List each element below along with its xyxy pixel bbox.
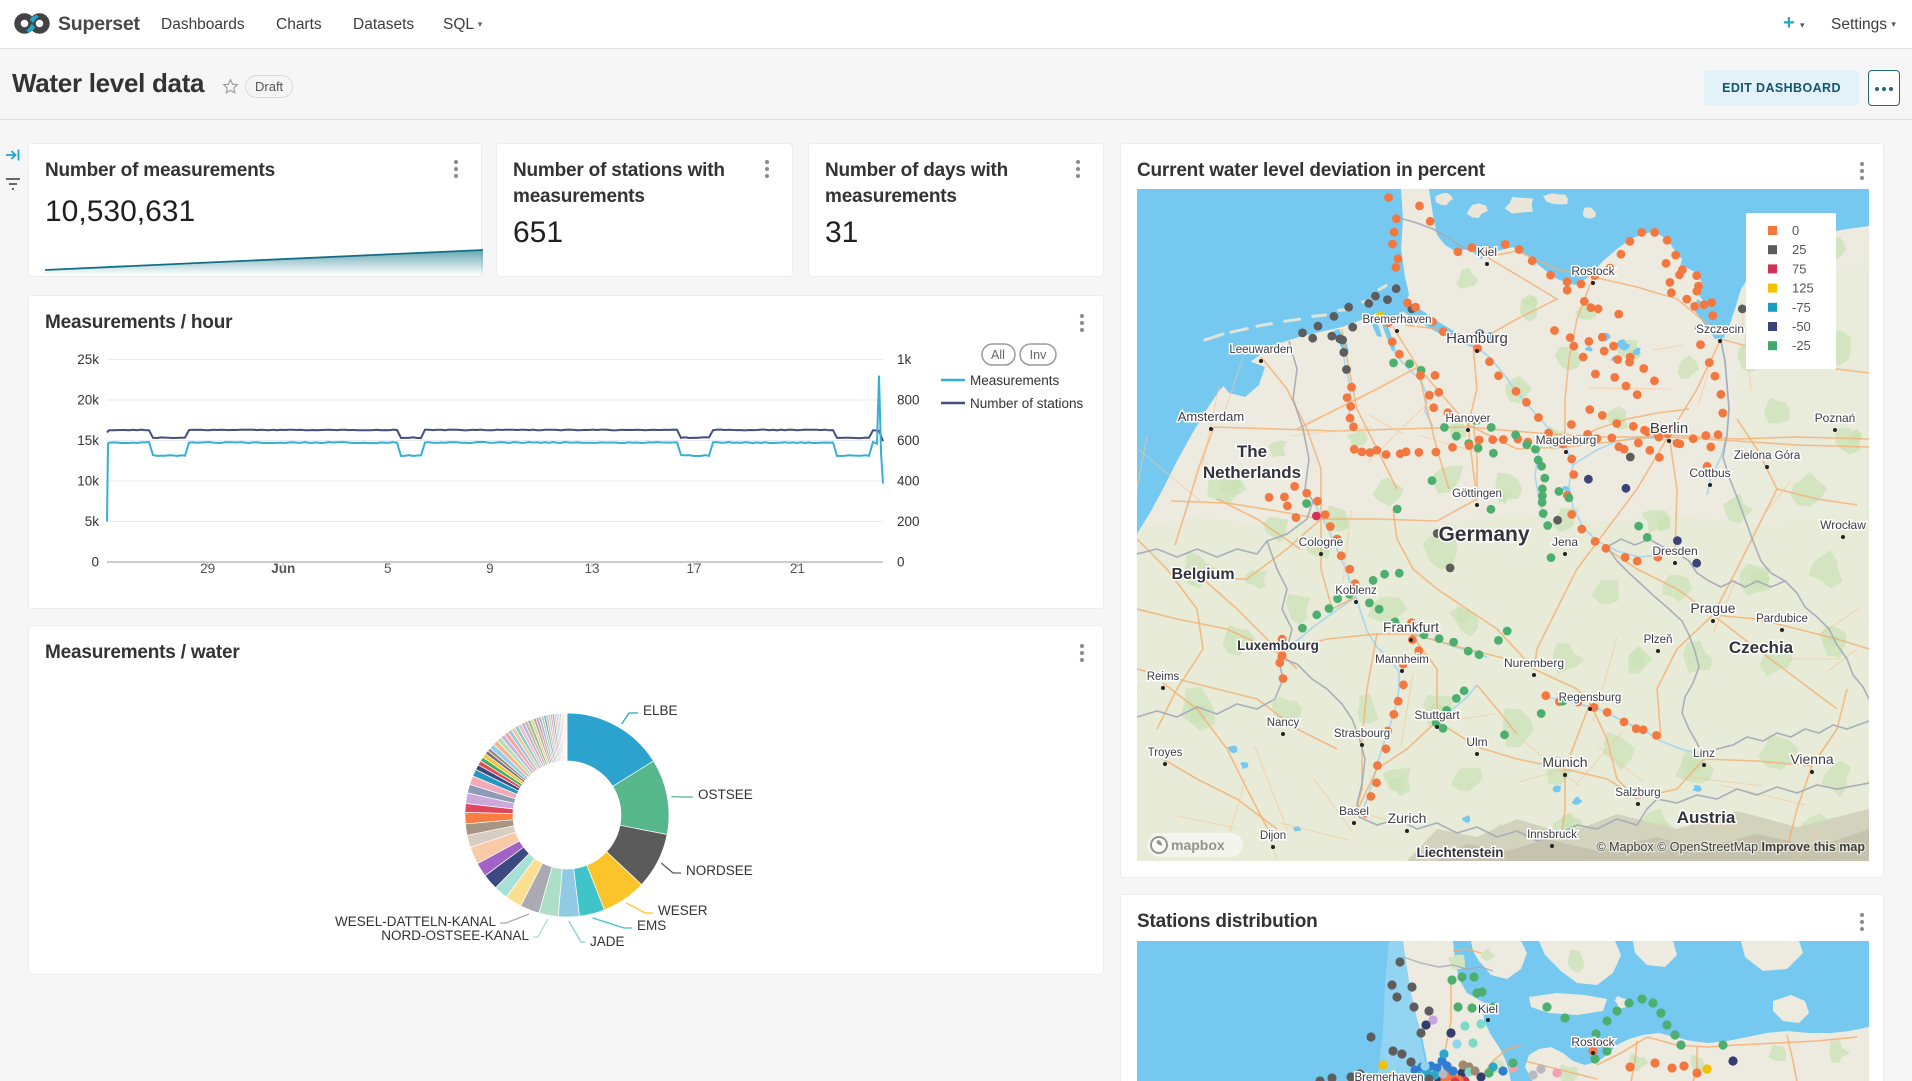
svg-text:Bremerhaven: Bremerhaven: [1362, 314, 1431, 326]
svg-text:Luxembourg: Luxembourg: [1237, 638, 1319, 653]
svg-text:WESEL-DATTELN-KANAL: WESEL-DATTELN-KANAL: [335, 914, 497, 929]
svg-text:400: 400: [897, 474, 920, 489]
svg-text:Cottbus: Cottbus: [1689, 466, 1730, 480]
svg-text:Berlin: Berlin: [1650, 420, 1688, 437]
svg-text:Czechia: Czechia: [1729, 638, 1794, 657]
svg-text:Hanover: Hanover: [1445, 411, 1490, 425]
svg-text:Regensburg: Regensburg: [1559, 692, 1622, 704]
svg-text:Belgium: Belgium: [1171, 566, 1234, 583]
svg-text:Plzeň: Plzeň: [1644, 634, 1673, 646]
svg-text:Göttingen: Göttingen: [1452, 488, 1502, 500]
svg-text:Reims: Reims: [1147, 671, 1180, 683]
svg-text:OSTSEE: OSTSEE: [698, 787, 753, 802]
svg-text:NORD-OSTSEE-KANAL: NORD-OSTSEE-KANAL: [381, 928, 529, 943]
svg-text:Zielona Góra: Zielona Góra: [1734, 450, 1801, 462]
svg-text:The: The: [1237, 442, 1267, 461]
svg-text:Ulm: Ulm: [1466, 735, 1487, 749]
svg-text:Munich: Munich: [1542, 754, 1587, 770]
svg-text:Kiel: Kiel: [1478, 1002, 1498, 1016]
svg-text:Kiel: Kiel: [1477, 245, 1497, 259]
svg-text:600: 600: [897, 433, 920, 448]
svg-text:0: 0: [897, 555, 905, 570]
svg-text:Innsbruck: Innsbruck: [1527, 829, 1577, 841]
svg-text:Hamburg: Hamburg: [1446, 330, 1508, 347]
svg-text:Amsterdam: Amsterdam: [1178, 409, 1244, 424]
svg-text:Leeuwarden: Leeuwarden: [1229, 344, 1292, 356]
svg-text:ELBE: ELBE: [643, 703, 678, 718]
svg-text:75: 75: [1792, 261, 1806, 276]
svg-text:Nuremberg: Nuremberg: [1504, 656, 1564, 670]
svg-text:WESER: WESER: [658, 903, 708, 918]
svg-text:Szczecin: Szczecin: [1696, 322, 1744, 336]
svg-text:Vienna: Vienna: [1790, 751, 1834, 767]
svg-text:Stuttgart: Stuttgart: [1414, 708, 1460, 722]
svg-text:200: 200: [897, 514, 920, 529]
svg-text:Dijon: Dijon: [1260, 830, 1286, 842]
svg-text:Dresden: Dresden: [1652, 544, 1697, 558]
svg-text:125: 125: [1792, 281, 1814, 296]
svg-text:EMS: EMS: [637, 918, 666, 933]
svg-text:15k: 15k: [77, 433, 99, 448]
svg-text:Germany: Germany: [1438, 523, 1529, 546]
svg-text:0: 0: [91, 555, 99, 570]
svg-text:Wrocław: Wrocław: [1820, 518, 1866, 532]
svg-text:Zurich: Zurich: [1388, 810, 1427, 826]
svg-text:Prague: Prague: [1690, 600, 1735, 616]
svg-text:20k: 20k: [77, 393, 99, 408]
svg-text:Basel: Basel: [1339, 804, 1369, 818]
svg-text:Cologne: Cologne: [1299, 535, 1344, 549]
svg-text:25: 25: [1792, 242, 1806, 257]
svg-text:-50: -50: [1792, 319, 1811, 334]
svg-text:Nancy: Nancy: [1267, 717, 1300, 729]
svg-text:NORDSEE: NORDSEE: [686, 863, 753, 878]
svg-text:Frankfurt: Frankfurt: [1383, 619, 1439, 635]
svg-text:-75: -75: [1792, 300, 1811, 315]
svg-text:Linz: Linz: [1693, 746, 1715, 760]
svg-text:Koblenz: Koblenz: [1335, 585, 1377, 597]
svg-text:Poznań: Poznań: [1815, 411, 1856, 425]
svg-text:0: 0: [1792, 223, 1799, 238]
svg-text:Pardubice: Pardubice: [1756, 613, 1808, 625]
svg-text:mapbox: mapbox: [1171, 837, 1225, 853]
svg-text:Bremerhaven: Bremerhaven: [1354, 1072, 1423, 1081]
svg-text:25k: 25k: [77, 352, 99, 367]
svg-text:Rostock: Rostock: [1571, 264, 1615, 278]
svg-text:800: 800: [897, 393, 920, 408]
svg-text:10k: 10k: [77, 474, 99, 489]
svg-text:All: All: [991, 348, 1005, 362]
svg-text:Mannheim: Mannheim: [1375, 654, 1429, 666]
svg-text:Magdeburg: Magdeburg: [1536, 433, 1597, 447]
svg-text:5k: 5k: [85, 514, 100, 529]
svg-text:Netherlands: Netherlands: [1203, 463, 1301, 482]
svg-text:1k: 1k: [897, 352, 912, 367]
svg-text:Measurements: Measurements: [970, 373, 1060, 388]
svg-text:Liechtenstein: Liechtenstein: [1416, 845, 1503, 860]
svg-text:Number of stations: Number of stations: [970, 396, 1084, 411]
svg-text:Strasbourg: Strasbourg: [1334, 728, 1390, 740]
svg-text:JADE: JADE: [590, 934, 625, 949]
svg-text:Inv: Inv: [1030, 348, 1047, 362]
svg-text:-25: -25: [1792, 338, 1811, 353]
svg-text:Jena: Jena: [1552, 535, 1578, 549]
svg-text:Troyes: Troyes: [1148, 747, 1183, 759]
svg-text:Austria: Austria: [1677, 808, 1736, 827]
svg-text:© Mapbox © OpenStreetMap Impro: © Mapbox © OpenStreetMap Improve this ma…: [1596, 840, 1865, 854]
svg-text:Rostock: Rostock: [1571, 1035, 1615, 1049]
svg-text:Salzburg: Salzburg: [1615, 787, 1660, 799]
